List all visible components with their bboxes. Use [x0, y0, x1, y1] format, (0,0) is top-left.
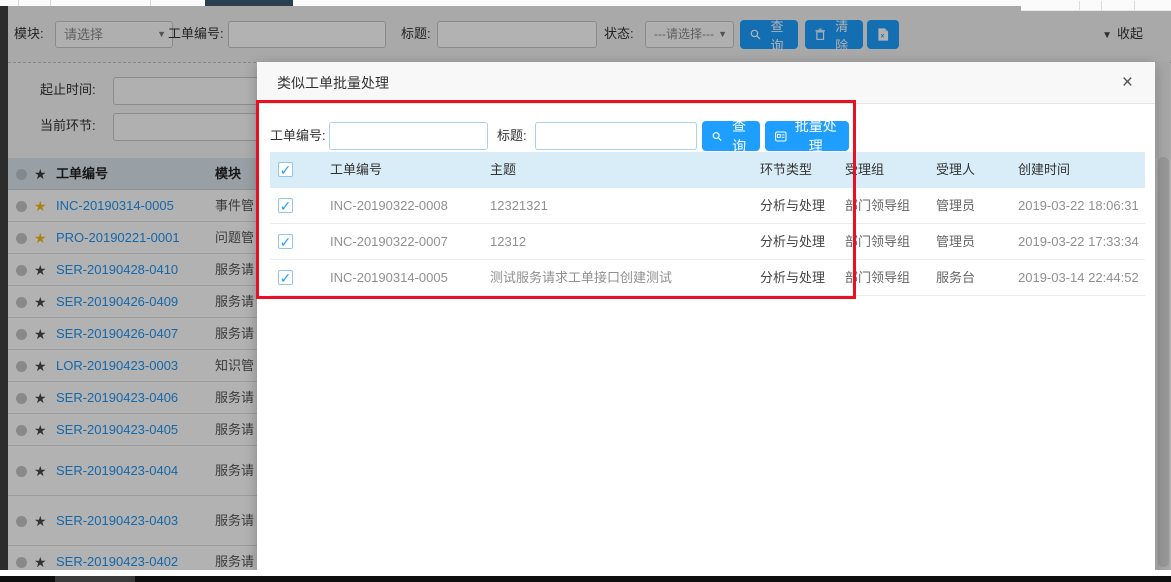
- subject-cell: 12321321: [490, 188, 548, 224]
- step-type-cell: 分析与处理: [760, 224, 825, 260]
- table-row[interactable]: ✓ INC-20190322-0008 12321321 分析与处理 部门领导组…: [270, 188, 1145, 224]
- subject-cell: 测试服务请求工单接口创建测试: [490, 260, 672, 296]
- column-header-order: 工单编号: [330, 152, 382, 188]
- active-tab[interactable]: [205, 0, 293, 6]
- close-icon[interactable]: ×: [1122, 62, 1133, 104]
- created-time-cell: 2019-03-14 22:44:52: [1018, 260, 1139, 296]
- group-cell: 部门领导组: [845, 224, 910, 260]
- created-time-cell: 2019-03-22 18:06:31: [1018, 188, 1139, 224]
- tab-separator: [50, 0, 51, 6]
- row-checkbox[interactable]: ✓: [278, 198, 293, 213]
- select-all-checkbox[interactable]: ✓: [278, 162, 293, 177]
- modal-header: 类似工单批量处理 ×: [257, 62, 1155, 104]
- modal-title-label: 标题:: [497, 122, 527, 150]
- batch-process-button-label: 批量处理: [793, 116, 839, 156]
- group-cell: 部门领导组: [845, 188, 910, 224]
- handler-cell: 服务台: [936, 260, 975, 296]
- modal-order-no-input[interactable]: [329, 122, 488, 150]
- browser-tab-strip: [0, 0, 1171, 6]
- subject-cell: 12312: [490, 224, 526, 260]
- handler-cell: 管理员: [936, 224, 975, 260]
- batch-list-icon: [775, 130, 787, 143]
- modal-query-button[interactable]: 查询: [702, 121, 760, 151]
- created-time-cell: 2019-03-22 17:33:34: [1018, 224, 1139, 260]
- column-header-step: 环节类型: [760, 152, 812, 188]
- order-no-cell: INC-20190322-0007: [330, 224, 448, 260]
- column-header-handler: 受理人: [936, 152, 975, 188]
- modal-order-no-label: 工单编号:: [270, 122, 326, 150]
- row-checkbox[interactable]: ✓: [278, 234, 293, 249]
- row-checkbox[interactable]: ✓: [278, 270, 293, 285]
- taskbar-edge: [0, 576, 1171, 582]
- taskbar-item: [55, 576, 135, 582]
- handler-cell: 管理员: [936, 188, 975, 224]
- modal-query-button-label: 查询: [728, 116, 750, 156]
- tab-separator: [18, 0, 19, 6]
- batch-process-button[interactable]: 批量处理: [765, 121, 849, 151]
- column-header-group: 受理组: [845, 152, 884, 188]
- column-header-subject: 主题: [490, 152, 516, 188]
- table-row[interactable]: ✓ INC-20190314-0005 测试服务请求工单接口创建测试 分析与处理…: [270, 260, 1145, 296]
- modal-table-header: ✓ 工单编号 主题 环节类型 受理组 受理人 创建时间: [270, 152, 1145, 188]
- tab-separator: [1101, 1, 1102, 10]
- modal-result-table: ✓ 工单编号 主题 环节类型 受理组 受理人 创建时间 ✓ INC-201903…: [270, 152, 1145, 296]
- search-icon: [712, 130, 722, 143]
- table-row[interactable]: ✓ INC-20190322-0007 12312 分析与处理 部门领导组 管理…: [270, 224, 1145, 260]
- group-cell: 部门领导组: [845, 260, 910, 296]
- tab-separator: [150, 0, 151, 6]
- modal-title: 类似工单批量处理: [277, 62, 389, 104]
- step-type-cell: 分析与处理: [760, 188, 825, 224]
- order-no-cell: INC-20190314-0005: [330, 260, 448, 296]
- modal-title-input[interactable]: [535, 122, 697, 150]
- tab-separator: [1079, 1, 1080, 10]
- step-type-cell: 分析与处理: [760, 260, 825, 296]
- modal-table-rows: ✓ INC-20190322-0008 12321321 分析与处理 部门领导组…: [270, 188, 1145, 296]
- batch-process-modal: 类似工单批量处理 × 工单编号: 标题: 查询 批量处理 ✓ 工单编号 主题 环…: [257, 62, 1155, 570]
- browser-tab-corner: [1021, 0, 1171, 11]
- tab-separator: [1134, 1, 1135, 10]
- column-header-created: 创建时间: [1018, 152, 1070, 188]
- order-no-cell: INC-20190322-0008: [330, 188, 448, 224]
